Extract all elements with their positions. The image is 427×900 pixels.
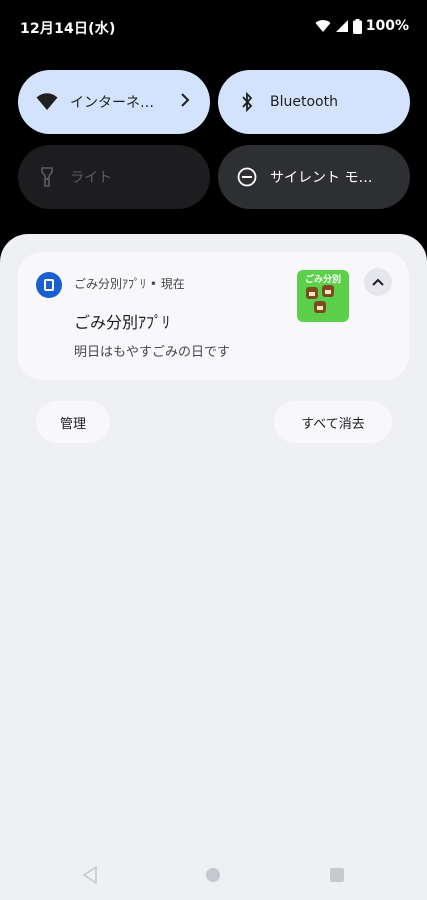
wifi-icon xyxy=(36,91,58,113)
tile-do-not-disturb-label: サイレント モ… xyxy=(270,170,373,186)
clear-all-button-label: すべて消去 xyxy=(301,416,365,432)
wifi-icon xyxy=(315,19,331,33)
tile-bluetooth[interactable]: Bluetooth xyxy=(218,70,410,134)
tile-internet-label: インターネ… xyxy=(70,95,154,111)
battery-icon xyxy=(352,18,362,34)
tile-flashlight-label: ライト xyxy=(70,170,112,186)
notification-header: ごみ分別ｱﾌﾟﾘ • 現在 xyxy=(74,277,185,291)
collapse-button[interactable] xyxy=(364,268,392,296)
signal-icon xyxy=(335,19,349,33)
tile-flashlight[interactable]: ライト xyxy=(18,145,210,209)
tile-bluetooth-label: Bluetooth xyxy=(270,94,338,110)
back-icon[interactable] xyxy=(82,865,98,888)
battery-percent: 100% xyxy=(365,18,409,34)
bluetooth-icon xyxy=(236,91,258,113)
home-icon[interactable] xyxy=(205,867,221,887)
status-icons: 100% xyxy=(315,18,409,34)
tile-internet[interactable]: インターネ… xyxy=(18,70,210,134)
large-app-icon: ごみ分別 xyxy=(297,270,349,322)
manage-button-label: 管理 xyxy=(59,416,86,432)
recents-icon[interactable] xyxy=(329,867,345,887)
app-icon xyxy=(36,272,62,298)
manage-button[interactable]: 管理 xyxy=(36,401,110,443)
tile-do-not-disturb[interactable]: サイレント モ… xyxy=(218,145,410,209)
notification-body: 明日はもやすごみの日です xyxy=(74,345,231,360)
chevron-right-icon xyxy=(180,92,190,112)
clear-all-button[interactable]: すべて消去 xyxy=(274,401,392,443)
notification-title: ごみ分別ｱﾌﾟﾘ xyxy=(74,313,171,332)
notification-card[interactable]: ごみ分別ｱﾌﾟﾘ • 現在 ごみ分別ｱﾌﾟﾘ 明日はもやすごみの日です ごみ分別 xyxy=(18,252,409,380)
flashlight-icon xyxy=(36,166,58,188)
status-date: 12月14日(水) xyxy=(20,21,116,37)
do-not-disturb-icon xyxy=(236,166,258,188)
navigation-bar xyxy=(0,860,427,890)
status-bar: 12月14日(水) 100% xyxy=(0,0,427,56)
